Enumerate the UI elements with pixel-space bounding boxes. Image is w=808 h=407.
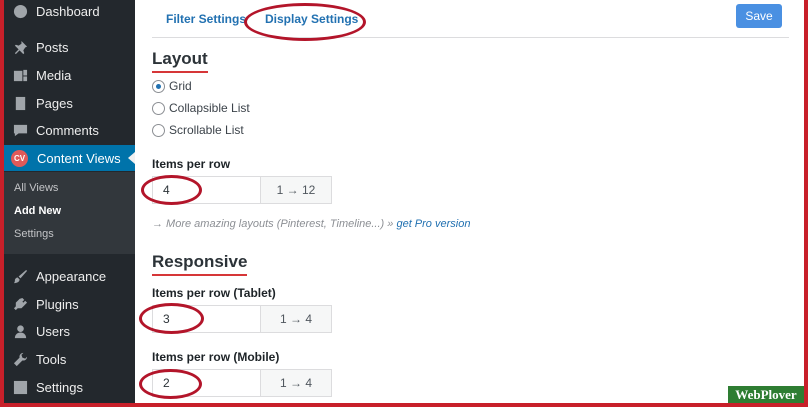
sidebar-item-label: Dashboard: [36, 3, 100, 19]
radio-grid[interactable]: [152, 79, 165, 93]
webplover-watermark: WebPlover: [728, 386, 804, 403]
sidebar-item-label: Content Views: [37, 150, 121, 166]
pages-icon: [12, 95, 28, 111]
items-per-row-label: Items per row: [152, 157, 231, 171]
highlight-display-settings: [244, 3, 366, 41]
mobile-items-label: Items per row (Mobile): [152, 350, 280, 364]
user-icon: [12, 323, 28, 339]
sidebar-item-pages[interactable]: Pages: [4, 90, 135, 116]
tablet-items-label: Items per row (Tablet): [152, 286, 276, 300]
layout-option-collapsible-list[interactable]: Collapsible List: [152, 101, 250, 115]
sidebar-item-label: Tools: [36, 351, 67, 367]
submenu-item-all-views[interactable]: All Views: [14, 182, 58, 194]
sidebar-item-appearance[interactable]: Appearance: [4, 263, 135, 289]
highlight-mobile-items: [139, 369, 202, 399]
responsive-title-text: Responsive: [152, 252, 248, 271]
wrench-icon: [12, 351, 28, 367]
sidebar-item-dashboard[interactable]: Dashboard: [4, 0, 135, 24]
sidebar-item-label: Settings: [36, 379, 83, 395]
sidebar-item-content-views[interactable]: CV Content Views: [4, 145, 135, 171]
sidebar-item-label: Appearance: [36, 268, 107, 284]
sidebar-item-label: Posts: [36, 39, 69, 55]
sidebar-item-media[interactable]: Media: [4, 62, 135, 88]
save-button[interactable]: Save: [736, 4, 782, 28]
comment-icon: [12, 122, 28, 138]
layout-option-scrollable-list[interactable]: Scrollable List: [152, 123, 244, 137]
layout-section-title: Layout: [152, 49, 208, 73]
dashboard-icon: [12, 3, 28, 19]
submenu-item-settings[interactable]: Settings: [14, 228, 54, 240]
cv-logo-icon: CV: [11, 149, 28, 167]
settings-icon: [12, 379, 28, 395]
highlight-items-per-row: [141, 175, 202, 205]
submenu-item-add-new[interactable]: Add New: [14, 205, 61, 217]
tab-filter-settings[interactable]: Filter Settings: [166, 12, 246, 26]
sidebar-item-label: Plugins: [36, 296, 79, 312]
tablet-items-range: 1 → 4: [260, 305, 332, 333]
main-content: Filter Settings Display Settings Save La…: [135, 0, 804, 403]
responsive-section-title: Responsive: [152, 252, 248, 276]
promo-text: → More amazing layouts (Pinterest, Timel…: [152, 218, 394, 230]
sidebar-item-label: Media: [36, 67, 72, 83]
radio-scrollable-list[interactable]: [152, 123, 165, 137]
sidebar-item-tools[interactable]: Tools: [4, 346, 135, 372]
mobile-items-range: 1 → 4: [260, 369, 332, 397]
sidebar-item-comments[interactable]: Comments: [4, 117, 135, 143]
radio-label: Grid: [169, 79, 192, 93]
content-views-submenu: All Views Add New Settings: [4, 172, 135, 254]
highlight-tablet-items: [139, 303, 204, 334]
sidebar-item-users[interactable]: Users: [4, 318, 135, 344]
pin-icon: [12, 39, 28, 55]
radio-label: Collapsible List: [169, 101, 250, 115]
items-per-row-range: 1 → 12: [260, 176, 332, 204]
layout-title-text: Layout: [152, 49, 208, 68]
sidebar-item-label: Comments: [36, 122, 99, 138]
sidebar-item-plugins[interactable]: Plugins: [4, 291, 135, 317]
sidebar-item-settings[interactable]: Settings: [4, 374, 135, 400]
title-underline: [152, 274, 248, 276]
get-pro-link[interactable]: get Pro version: [396, 218, 470, 230]
radio-collapsible-list[interactable]: [152, 101, 165, 115]
title-underline: [152, 71, 208, 73]
radio-label: Scrollable List: [169, 123, 244, 137]
media-icon: [12, 67, 28, 83]
sidebar-item-label: Users: [36, 323, 70, 339]
sidebar-item-label: Pages: [36, 95, 73, 111]
admin-sidebar: Dashboard Posts Media Pages Comments CV …: [4, 0, 135, 403]
sidebar-item-posts[interactable]: Posts: [4, 34, 135, 60]
pro-promo-text: → More amazing layouts (Pinterest, Timel…: [152, 218, 470, 230]
plug-icon: [12, 296, 28, 312]
layout-option-grid[interactable]: Grid: [152, 79, 192, 93]
brush-icon: [12, 268, 28, 284]
